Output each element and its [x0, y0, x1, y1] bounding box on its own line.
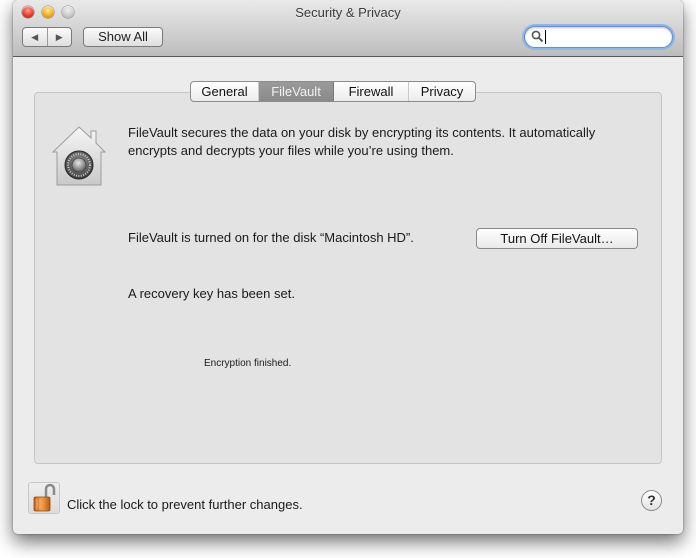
forward-button[interactable]: ▶	[48, 28, 72, 46]
search-field[interactable]	[524, 26, 673, 48]
back-button[interactable]: ◀	[23, 28, 48, 46]
filevault-status-text: FileVault is turned on for the disk “Mac…	[128, 230, 414, 245]
help-button[interactable]: ?	[641, 490, 662, 511]
tab-privacy[interactable]: Privacy	[409, 82, 475, 101]
unlocked-padlock-icon	[33, 483, 56, 512]
search-icon	[531, 30, 544, 43]
encryption-status: Encryption finished.	[204, 358, 292, 369]
show-all-button[interactable]: Show All	[83, 27, 163, 47]
turn-off-filevault-button[interactable]: Turn Off FileVault…	[476, 228, 638, 249]
forward-arrow-icon: ▶	[55, 31, 63, 42]
back-arrow-icon: ◀	[31, 31, 39, 42]
tab-firewall[interactable]: Firewall	[334, 82, 409, 101]
recovery-key-status: A recovery key has been set.	[128, 286, 295, 301]
back-forward-control: ◀ ▶	[22, 27, 72, 47]
filevault-icon	[51, 126, 107, 186]
filevault-description: FileVault secures the data on your disk …	[128, 125, 596, 158]
tab-general[interactable]: General	[191, 82, 259, 101]
text-cursor	[545, 30, 546, 44]
lock-hint-text: Click the lock to prevent further change…	[67, 497, 303, 512]
lock-button[interactable]	[28, 482, 60, 514]
toolbar: Security & Privacy ◀ ▶ Show All	[13, 0, 683, 57]
tab-filevault[interactable]: FileVault	[259, 82, 334, 101]
window-title: Security & Privacy	[295, 5, 401, 20]
tab-bar: General FileVault Firewall Privacy	[190, 81, 476, 102]
